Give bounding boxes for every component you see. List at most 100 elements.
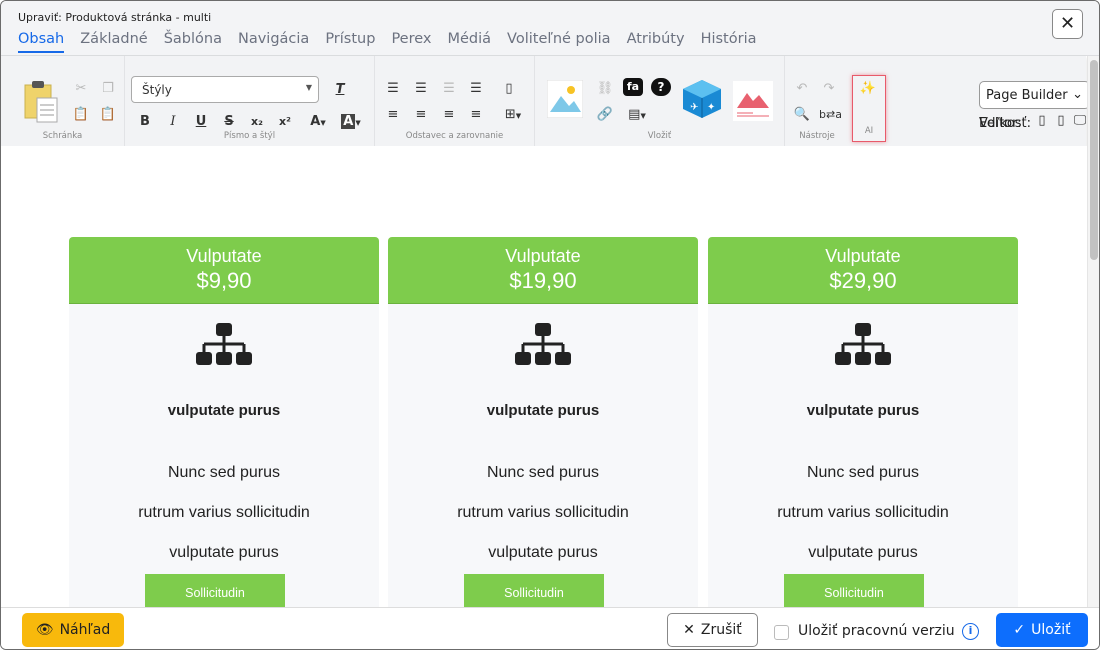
align-left-icon[interactable]: ≡ [383, 106, 403, 124]
numbered-list-icon[interactable]: ☰ [411, 80, 431, 98]
tab-navigacia[interactable]: Navigácia [238, 31, 309, 53]
caret-down-icon: ▼ [305, 83, 312, 92]
card-subtitle: vulputate purus [806, 402, 920, 419]
copy-icon[interactable]: ❐ [98, 80, 118, 98]
card-name: Vulputate [505, 246, 581, 266]
card-feature: vulputate purus [169, 544, 279, 561]
close-button[interactable]: ✕ [1052, 9, 1083, 39]
save-button[interactable]: ✓ Uložiť [996, 613, 1088, 647]
svg-text:✈: ✈ [690, 102, 698, 113]
card-feature: rutrum varius sollicitudin [777, 504, 949, 521]
card-feature: rutrum varius sollicitudin [457, 504, 629, 521]
sitemap-icon [835, 323, 891, 365]
close-icon: ✕ [683, 622, 695, 638]
outdent-icon[interactable]: ☰ [439, 80, 459, 98]
dialog-header: Upraviť: Produktová stránka - multi ✕ Ob… [1, 1, 1099, 56]
card-name: Vulputate [186, 246, 262, 266]
tab-pristup[interactable]: Prístup [325, 31, 375, 53]
card-feature: vulputate purus [488, 544, 598, 561]
pricing-card: Vulputate $9,90 vulputate purus Nunc sed … [69, 237, 379, 607]
form-icon[interactable]: ▤▼ [623, 106, 651, 125]
image-icon[interactable] [547, 80, 583, 118]
card-header: Vulputate $29,90 [708, 237, 1018, 304]
save-draft-checkbox[interactable] [774, 625, 789, 640]
table-icon[interactable]: ⊞▼ [499, 106, 527, 125]
tab-volitelne-polia[interactable]: Voliteľné polia [507, 31, 611, 53]
svg-text:✦: ✦ [707, 102, 715, 113]
paste-icon[interactable] [23, 80, 59, 124]
check-icon: ✓ [1013, 622, 1026, 638]
tab-bar: Obsah Základné Šablóna Navigácia Prístup… [18, 31, 772, 53]
tab-zakladne[interactable]: Základné [80, 31, 147, 53]
styles-select[interactable]: Štýly ▼ [131, 76, 319, 103]
font-awesome-icon[interactable]: fa [623, 78, 643, 96]
scrollbar-thumb[interactable] [1090, 60, 1098, 260]
redo-icon[interactable]: ↷ [819, 80, 839, 98]
superscript-icon[interactable]: x² [275, 113, 295, 131]
unlink-icon[interactable]: ⛓ [595, 80, 615, 98]
editor-select[interactable]: Page Builder ⌄ [979, 81, 1090, 109]
card-header: Vulputate $19,90 [388, 237, 698, 304]
paste-word-icon[interactable]: 📋 [98, 106, 118, 124]
card-feature: Nunc sed purus [486, 464, 600, 481]
card-subtitle: vulputate purus [167, 402, 281, 419]
subscript-icon[interactable]: x₂ [247, 113, 267, 131]
search-icon[interactable]: 🔍 [792, 106, 812, 124]
card-feature: Nunc sed purus [806, 464, 920, 481]
card-feature: vulputate purus [808, 544, 918, 561]
dialog-title: Upraviť: Produktová stránka - multi [18, 11, 212, 24]
help-icon[interactable]: ? [651, 78, 671, 96]
align-justify-icon[interactable]: ≡ [466, 106, 486, 124]
size-label: Veľkosť: [979, 116, 1032, 131]
preview-button[interactable]: 👁 Náhľad [22, 613, 124, 647]
bold-icon[interactable]: B [135, 113, 155, 131]
card-price: $9,90 [196, 268, 252, 293]
close-icon: ✕ [1059, 13, 1076, 34]
link-icon[interactable]: 🔗 [595, 106, 615, 124]
ai-sparkle-icon[interactable]: ✨ [858, 80, 878, 98]
group-tools: Nástroje [799, 131, 835, 141]
editor-toolbar: Schránka Písmo a štýl Odstavec a zarovna… [1, 56, 1090, 146]
info-icon[interactable]: i [962, 623, 979, 640]
cancel-button[interactable]: ✕ Zrušiť [667, 613, 758, 647]
cut-icon[interactable]: ✂ [71, 80, 91, 98]
paste-text-icon[interactable]: 📋 [71, 106, 91, 124]
replace-icon[interactable]: b⇄a [819, 106, 842, 124]
indent-icon[interactable]: ☰ [466, 80, 486, 98]
phone-size-icon[interactable]: ▯ [1032, 112, 1052, 130]
group-paragraph: Odstavec a zarovnanie [375, 56, 535, 146]
italic-icon[interactable]: I [163, 113, 183, 131]
chevron-down-icon: ⌄ [1072, 87, 1083, 102]
underline-icon[interactable]: U [191, 113, 211, 131]
text-color-icon[interactable]: A▼ [305, 113, 331, 132]
page-canvas: Vulputate $9,90 vulputate purus Nunc sed … [1, 146, 1087, 607]
tab-atributy[interactable]: Atribúty [627, 31, 685, 53]
show-blocks-icon[interactable]: ▯ [499, 80, 519, 98]
card-subtitle: vulputate purus [486, 402, 600, 419]
dialog-footer: 👁 Náhľad ✕ Zrušiť Uložiť pracovnú verziu i… [1, 607, 1099, 649]
tablet-size-icon[interactable]: ▯ [1051, 112, 1071, 130]
scrollbar[interactable] [1087, 56, 1099, 607]
media-placeholder-icon[interactable] [733, 81, 773, 121]
bulleted-list-icon[interactable]: ☰ [383, 80, 403, 98]
align-center-icon[interactable]: ≡ [411, 106, 431, 124]
card-header: Vulputate $9,90 [69, 237, 379, 304]
card-button[interactable]: Sollicitudin [784, 574, 924, 607]
group-clipboard: Schránka [1, 56, 125, 146]
card-price: $29,90 [829, 268, 897, 293]
components-cube-icon[interactable]: ✈ ✦ [681, 78, 723, 120]
tab-media[interactable]: Médiá [447, 31, 491, 53]
undo-icon[interactable]: ↶ [792, 80, 812, 98]
tab-historia[interactable]: História [701, 31, 757, 53]
card-feature: Nunc sed purus [167, 464, 281, 481]
tab-sablona[interactable]: Šablóna [164, 31, 222, 53]
strikethrough-icon[interactable]: S [219, 113, 239, 131]
remove-format-icon[interactable]: T [330, 81, 350, 99]
card-button[interactable]: Sollicitudin [145, 574, 285, 607]
align-right-icon[interactable]: ≡ [439, 106, 459, 124]
card-name: Vulputate [825, 246, 901, 266]
tab-perex[interactable]: Perex [391, 31, 431, 53]
background-color-icon[interactable]: A ▼ [338, 113, 364, 132]
card-button[interactable]: Sollicitudin [464, 574, 604, 607]
tab-obsah[interactable]: Obsah [18, 31, 65, 53]
